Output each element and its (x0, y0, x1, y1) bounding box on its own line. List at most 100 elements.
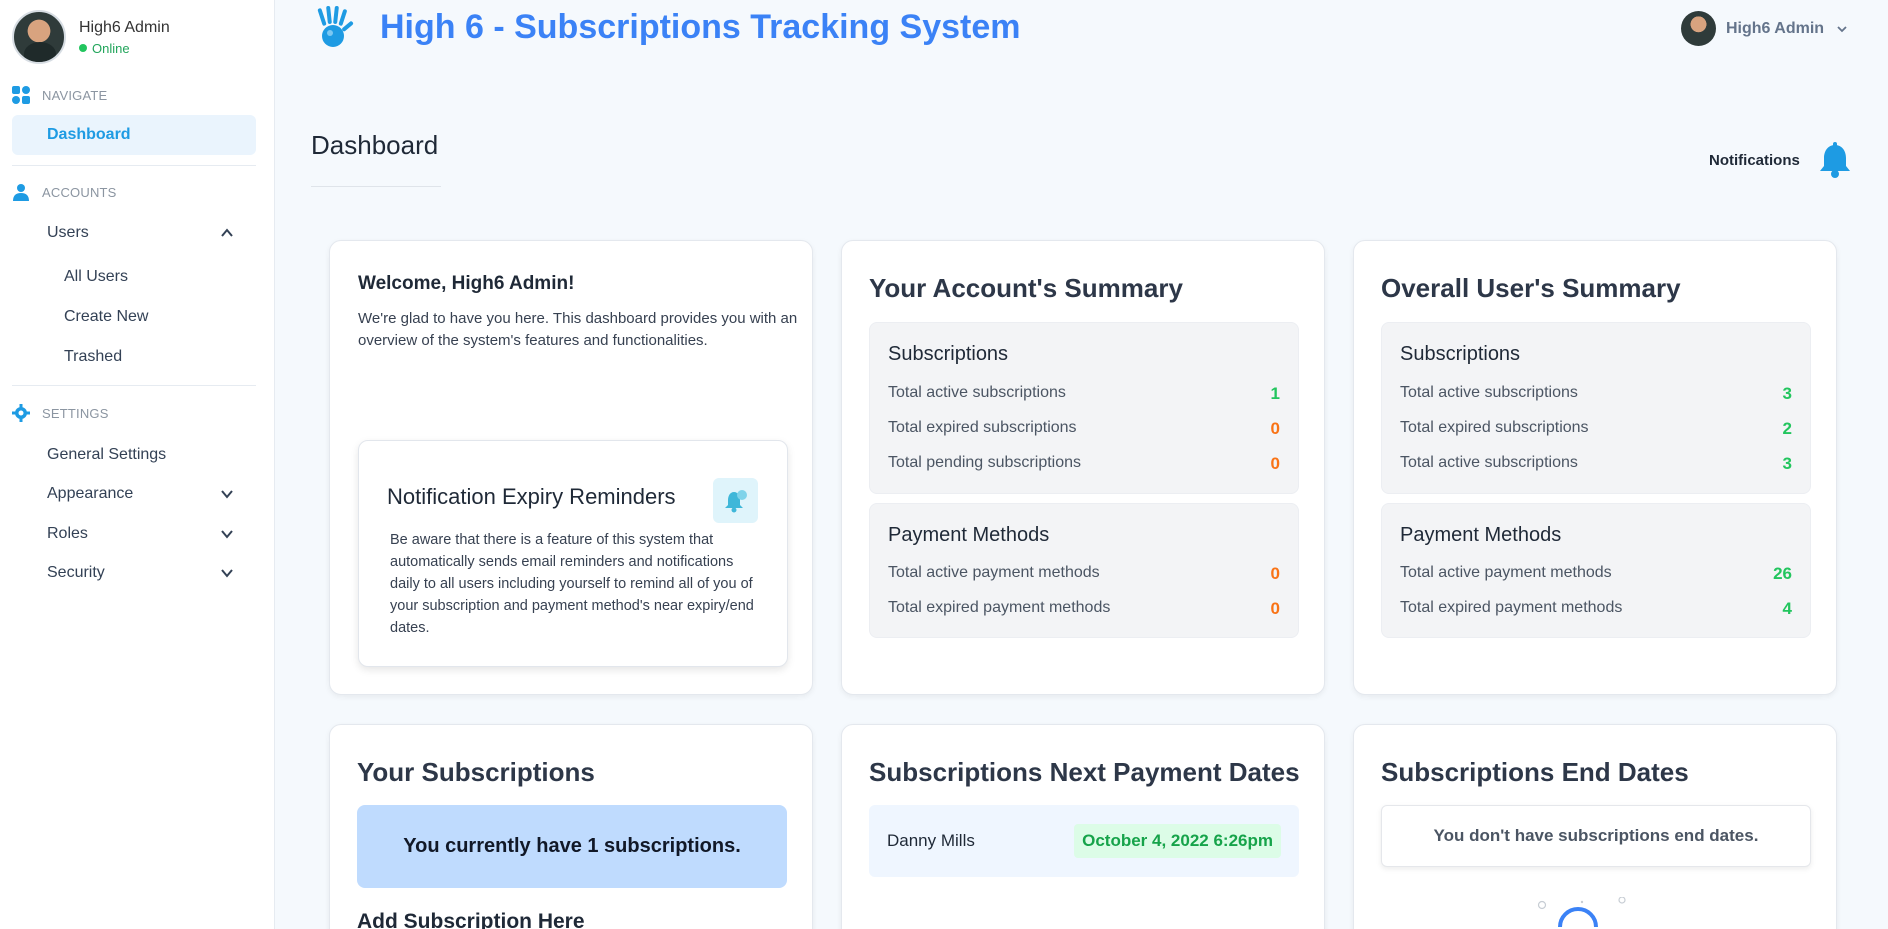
stat-row: Total pending subscriptions 0 (888, 454, 1280, 474)
welcome-card: Welcome, High6 Admin! We're glad to have… (329, 240, 813, 695)
notifications-label: Notifications (1709, 151, 1800, 169)
overall-summary-card: Overall User's Summary Subscriptions Tot… (1353, 240, 1837, 695)
stat-label: Total active subscriptions (1400, 384, 1578, 401)
stat-value: 3 (1782, 454, 1792, 473)
section-accounts-label: ACCOUNTS (42, 184, 117, 200)
stat-value: 4 (1782, 599, 1792, 618)
your-subscriptions-title: Your Subscriptions (357, 757, 595, 787)
stat-value: 0 (1270, 599, 1280, 618)
sidebar-item-label: Appearance (47, 485, 134, 502)
profile-name: High6 Admin (79, 18, 170, 36)
stat-value: 3 (1782, 384, 1792, 403)
account-subscriptions-title: Subscriptions (888, 343, 1009, 365)
account-payments-title: Payment Methods (888, 524, 1050, 546)
chevron-down-icon (221, 530, 233, 539)
sidebar-subitem-all-users[interactable]: All Users (64, 268, 128, 286)
sidebar-subitem-create-new[interactable]: Create New (64, 308, 148, 326)
online-dot-icon (79, 44, 87, 52)
expiry-reminders-card: Notification Expiry Reminders Be aware t… (358, 440, 788, 667)
user-menu[interactable]: High6 Admin (1681, 11, 1848, 46)
stat-label: Total active subscriptions (888, 384, 1066, 401)
sidebar-item-label: General Settings (47, 446, 167, 463)
list-item[interactable]: Danny Mills October 4, 2022 6:26pm (869, 805, 1299, 877)
overall-payments-box: Payment Methods Total active payment met… (1381, 503, 1811, 638)
sidebar-item-roles[interactable]: Roles (12, 514, 256, 554)
bell-icon (1819, 142, 1850, 178)
section-settings-label: SETTINGS (42, 405, 109, 421)
stat-row: Total active subscriptions 3 (1400, 454, 1792, 474)
grid-icon (12, 86, 30, 104)
account-summary-card: Your Account's Summary Subscriptions Tot… (841, 240, 1325, 695)
stat-row: Total expired subscriptions 2 (1400, 419, 1792, 439)
notifications-button[interactable]: Notifications (1709, 142, 1852, 178)
page-title: Dashboard (311, 130, 439, 160)
account-payments-box: Payment Methods Total active payment met… (869, 503, 1299, 638)
stat-label: Total pending subscriptions (888, 454, 1082, 471)
stat-label: Total expired subscriptions (1400, 419, 1589, 436)
next-payment-title: Subscriptions Next Payment Dates (869, 757, 1300, 787)
expiry-reminders-title: Notification Expiry Reminders (387, 484, 676, 509)
next-payment-card: Subscriptions Next Payment Dates Danny M… (841, 724, 1325, 929)
stat-row: Total active payment methods 26 (1400, 564, 1792, 584)
profile-status: Online (79, 41, 170, 56)
stat-value: 1 (1270, 384, 1280, 403)
sidebar-item-security[interactable]: Security (12, 553, 256, 593)
payment-date-badge: October 4, 2022 6:26pm (1074, 824, 1281, 858)
gear-icon (12, 404, 30, 422)
stat-row: Total expired payment methods 4 (1400, 599, 1792, 619)
empty-end-dates-message: You don't have subscriptions end dates. (1381, 805, 1811, 867)
stat-value: 0 (1270, 419, 1280, 438)
stat-value: 2 (1782, 419, 1792, 438)
sidebar-subitem-trashed[interactable]: Trashed (64, 348, 122, 366)
sidebar-item-label: Roles (47, 525, 88, 542)
stat-row: Total active subscriptions 3 (1400, 384, 1792, 404)
chevron-down-icon (1837, 25, 1847, 32)
sidebar-item-label: Security (47, 564, 105, 581)
subscription-name: Danny Mills (887, 831, 975, 850)
stat-value: 0 (1270, 454, 1280, 473)
section-accounts: ACCOUNTS (12, 183, 117, 201)
sidebar-item-users[interactable]: Users (12, 213, 256, 253)
overall-payments-title: Payment Methods (1400, 524, 1562, 546)
stat-label: Total expired subscriptions (888, 419, 1077, 436)
welcome-text: We're glad to have you here. This dashbo… (358, 310, 798, 349)
chevron-up-icon (221, 228, 233, 237)
sidebar-divider (12, 385, 256, 386)
stat-row: Total active payment methods 0 (888, 564, 1280, 584)
sidebar-divider (12, 165, 256, 166)
section-navigate: NAVIGATE (12, 86, 107, 104)
stat-label: Total expired payment methods (888, 599, 1111, 616)
stat-label: Total active payment methods (888, 564, 1100, 581)
stat-row: Total active subscriptions 1 (888, 384, 1280, 404)
empty-state-illustration-icon (1537, 897, 1626, 928)
overall-subscriptions-box: Subscriptions Total active subscriptions… (1381, 322, 1811, 494)
sidebar-item-dashboard[interactable]: Dashboard (12, 115, 256, 155)
user-menu-name: High6 Admin (1726, 19, 1825, 37)
welcome-title: Welcome, High6 Admin! (358, 273, 575, 294)
sidebar-profile[interactable]: High6 Admin Online (12, 10, 170, 64)
page-title-underline (311, 186, 441, 187)
overall-summary-title: Overall User's Summary (1381, 273, 1681, 303)
avatar (12, 10, 66, 64)
section-settings: SETTINGS (12, 404, 109, 422)
stat-row: Total expired payment methods 0 (888, 599, 1280, 619)
section-navigate-label: NAVIGATE (42, 87, 108, 103)
chevron-down-icon (221, 569, 233, 578)
notification-bell-icon (713, 478, 758, 523)
sidebar-item-appearance[interactable]: Appearance (12, 474, 256, 514)
chevron-down-icon (221, 490, 233, 499)
sidebar-item-label: Users (47, 224, 89, 241)
user-icon (13, 184, 29, 201)
overall-subscriptions-title: Subscriptions (1400, 343, 1521, 365)
expiry-reminders-text: Be aware that there is a feature of this… (390, 532, 754, 636)
add-subscription-link[interactable]: Add Subscription Here (357, 910, 585, 929)
stat-value: 0 (1270, 564, 1280, 583)
sidebar-item-general-settings[interactable]: General Settings (12, 435, 256, 475)
subscriptions-count-banner: You currently have 1 subscriptions. (357, 805, 787, 888)
account-summary-title: Your Account's Summary (869, 273, 1183, 303)
avatar (1681, 11, 1716, 46)
app-title: High 6 - Subscriptions Tracking System (380, 8, 1021, 46)
status-label: Online (92, 40, 130, 56)
stat-row: Total expired subscriptions 0 (888, 419, 1280, 439)
end-dates-title: Subscriptions End Dates (1381, 757, 1689, 787)
